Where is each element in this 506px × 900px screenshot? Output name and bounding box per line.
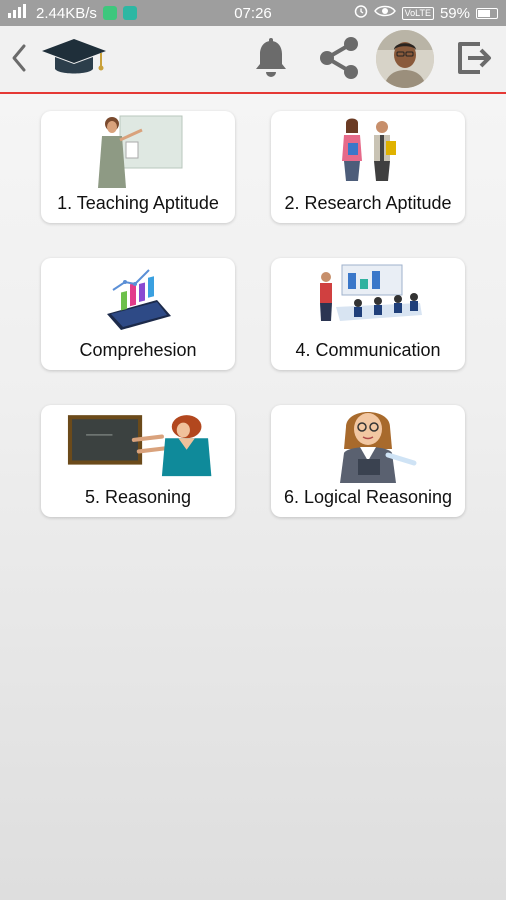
status-right: VoLTE 59% xyxy=(354,4,498,22)
topic-label: 4. Communication xyxy=(295,340,441,360)
network-speed: 2.44KB/s xyxy=(36,4,97,22)
bell-icon xyxy=(251,37,291,84)
app-logo xyxy=(38,38,110,82)
meeting-illustration xyxy=(293,258,443,336)
topic-card-comprehesion[interactable]: Comprehesion xyxy=(41,258,235,370)
share-button[interactable] xyxy=(314,36,364,84)
status-left: 2.44KB/s xyxy=(8,4,137,22)
topic-label: 5. Reasoning xyxy=(84,487,192,507)
battery-icon xyxy=(476,7,498,19)
battery-percent: 59% xyxy=(439,4,470,22)
topic-label: 2. Research Aptitude xyxy=(284,193,452,213)
signal-icon xyxy=(8,4,30,22)
volte-badge: VoLTE xyxy=(401,6,434,20)
tablet-chart-illustration xyxy=(63,258,213,336)
phone-notification-icon xyxy=(122,6,137,20)
topic-card-teaching-aptitude[interactable]: 1. Teaching Aptitude xyxy=(41,111,235,223)
topic-label: 6. Logical Reasoning xyxy=(283,487,453,507)
alarm-icon xyxy=(354,4,368,22)
graduation-cap-icon xyxy=(39,36,109,85)
share-icon xyxy=(315,35,363,86)
logout-icon xyxy=(454,38,494,83)
chat-notification-icon xyxy=(102,6,117,20)
topic-card-logical-reasoning[interactable]: 6. Logical Reasoning xyxy=(271,405,465,517)
chevron-left-icon xyxy=(10,43,28,78)
woman-teacher-illustration xyxy=(293,405,443,483)
notifications-button[interactable] xyxy=(249,37,293,84)
logout-button[interactable] xyxy=(452,38,496,82)
back-button[interactable] xyxy=(6,42,32,78)
topic-card-communication[interactable]: 4. Communication xyxy=(271,258,465,370)
blackboard-illustration xyxy=(63,405,213,483)
topic-card-research-aptitude[interactable]: 2. Research Aptitude xyxy=(271,111,465,223)
user-avatar[interactable] xyxy=(376,30,434,88)
teacher-illustration xyxy=(63,111,213,189)
topic-label: 1. Teaching Aptitude xyxy=(57,193,219,213)
app-bar xyxy=(0,26,506,94)
topic-label: Comprehesion xyxy=(79,340,197,360)
students-illustration xyxy=(293,111,443,189)
eye-icon xyxy=(373,4,396,22)
topic-card-reasoning[interactable]: 5. Reasoning xyxy=(41,405,235,517)
status-bar: 2.44KB/s 07:26 VoLTE 59% xyxy=(0,0,506,26)
